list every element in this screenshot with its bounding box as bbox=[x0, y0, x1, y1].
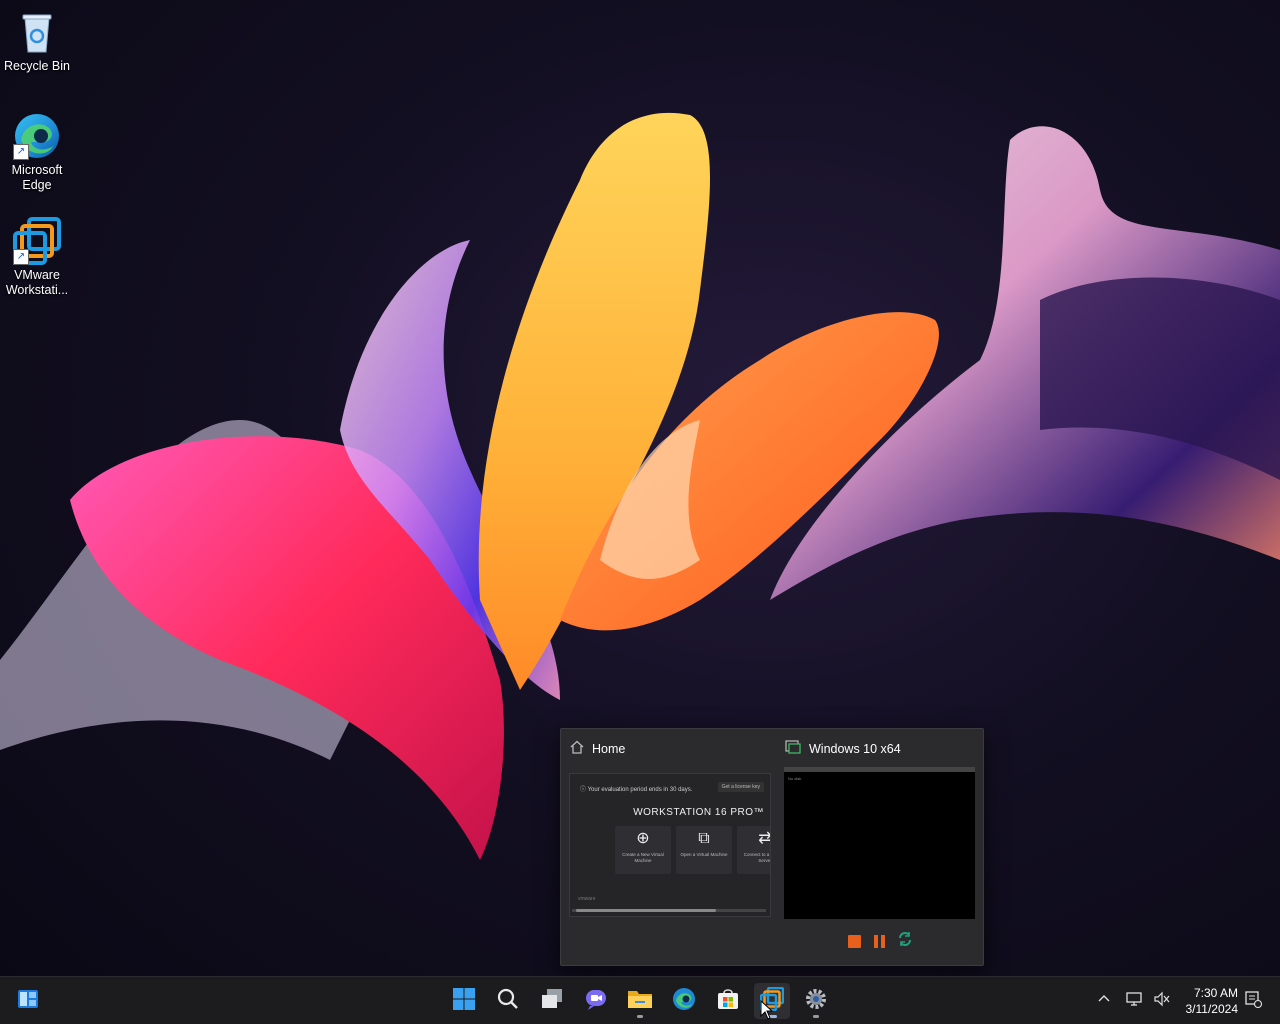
running-indicator bbox=[813, 1015, 819, 1018]
network-icon bbox=[1126, 991, 1144, 1011]
open-external-icon: ⧉ bbox=[698, 830, 710, 847]
evaluation-banner: ⓘ Your evaluation period ends in 30 days… bbox=[580, 787, 693, 793]
taskbar: 7:30 AM 3/11/2024 bbox=[0, 976, 1280, 1024]
notifications-button[interactable] bbox=[1244, 977, 1263, 1024]
clock-time: 7:30 AM bbox=[1193, 986, 1238, 1000]
clock[interactable]: 7:30 AM 3/11/2024 bbox=[1168, 985, 1239, 1017]
task-view-button[interactable] bbox=[534, 983, 570, 1019]
create-vm-tile: ⊕ Create a New Virtual Machine bbox=[615, 826, 671, 874]
shortcut-arrow-icon: ↗ bbox=[13, 144, 29, 160]
plus-circle-icon: ⊕ bbox=[636, 830, 650, 847]
vm-toolbar-strip bbox=[784, 767, 975, 772]
desktop-icon-label: VMware Workstati... bbox=[5, 268, 69, 297]
start-button[interactable] bbox=[446, 983, 482, 1019]
widgets-icon bbox=[16, 987, 40, 1015]
search-button[interactable] bbox=[490, 983, 526, 1019]
folder-icon bbox=[627, 987, 653, 1015]
vmware-logo-text: vmware bbox=[578, 896, 596, 902]
preview-home-title[interactable]: Home bbox=[570, 740, 625, 757]
vm-pause-button[interactable] bbox=[871, 933, 887, 949]
chevron-up-icon bbox=[1096, 991, 1112, 1011]
desktop-icon-label: Microsoft Edge bbox=[11, 163, 63, 192]
open-vm-tile: ⧉ Open a Virtual Machine bbox=[676, 826, 732, 874]
teams-chat-icon bbox=[584, 987, 608, 1015]
desktop-icon-recycle-bin[interactable]: Recycle Bin bbox=[2, 8, 72, 74]
task-view-icon bbox=[540, 987, 564, 1015]
widgets-button[interactable] bbox=[10, 983, 46, 1019]
home-icon bbox=[570, 740, 584, 757]
vm-screen-status: No disk bbox=[788, 776, 802, 781]
pause-icon bbox=[873, 934, 885, 948]
preview-vm-thumbnail[interactable]: No disk bbox=[784, 767, 975, 919]
running-indicator bbox=[637, 1015, 643, 1018]
desktop-icon-label: Recycle Bin bbox=[4, 59, 70, 73]
store-bag-icon bbox=[716, 987, 740, 1015]
edge-taskbar-button[interactable] bbox=[666, 983, 702, 1019]
preview-vm-title[interactable]: Windows 10 x64 bbox=[785, 740, 901, 757]
shortcut-arrow-icon: ↗ bbox=[13, 249, 29, 265]
vm-stop-button[interactable] bbox=[846, 933, 862, 949]
taskbar-thumbnail-preview: Home ⓘ Your evaluation period ends in 30… bbox=[560, 728, 984, 966]
connect-remote-tile: ⇄ Connect to a Remote Server bbox=[737, 826, 771, 874]
preview-home-thumbnail[interactable]: ⓘ Your evaluation period ends in 30 days… bbox=[569, 773, 771, 917]
edge-icon bbox=[672, 987, 696, 1015]
product-name: WORKSTATION 16 PRO™ bbox=[633, 807, 764, 818]
desktop-icon-microsoft-edge[interactable]: ↗ Microsoft Edge bbox=[2, 112, 72, 193]
edge-icon: ↗ bbox=[13, 112, 61, 160]
search-icon bbox=[496, 987, 520, 1015]
vm-reset-button[interactable] bbox=[897, 931, 913, 952]
settings-taskbar-button[interactable] bbox=[798, 983, 834, 1019]
network-icon-button[interactable] bbox=[1126, 977, 1144, 1024]
license-key-button: Get a license key bbox=[717, 782, 764, 792]
stop-icon bbox=[847, 934, 861, 948]
microsoft-store-button[interactable] bbox=[710, 983, 746, 1019]
file-explorer-button[interactable] bbox=[622, 983, 658, 1019]
notification-icon bbox=[1244, 990, 1263, 1012]
clock-date: 3/11/2024 bbox=[1185, 1002, 1239, 1016]
show-hidden-icons-button[interactable] bbox=[1096, 977, 1112, 1024]
refresh-icon bbox=[897, 931, 913, 952]
mouse-cursor bbox=[760, 999, 774, 1024]
gear-icon bbox=[804, 987, 828, 1015]
desktop-icon-vmware-workstation[interactable]: ↗ VMware Workstati... bbox=[2, 217, 72, 298]
horizontal-scrollbar bbox=[572, 909, 766, 912]
windows-logo-icon bbox=[452, 987, 476, 1015]
recycle-bin-icon bbox=[13, 8, 61, 56]
chat-button[interactable] bbox=[578, 983, 614, 1019]
vmware-icon: ↗ bbox=[13, 217, 61, 265]
arrows-exchange-icon: ⇄ bbox=[758, 830, 771, 847]
vm-icon bbox=[785, 740, 801, 757]
